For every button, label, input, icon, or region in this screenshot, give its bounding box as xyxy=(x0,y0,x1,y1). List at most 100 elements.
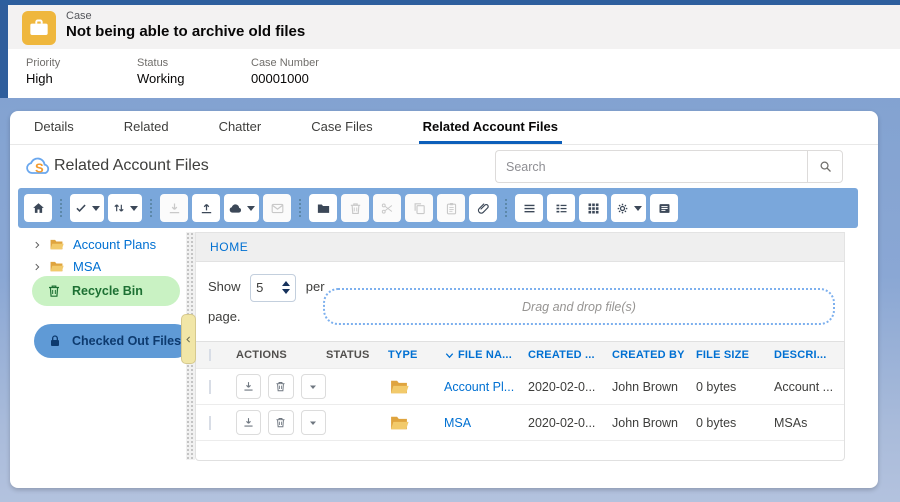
folder-icon xyxy=(388,377,410,397)
chevron-right-icon[interactable] xyxy=(32,262,42,272)
tab-related-account-files[interactable]: Related Account Files xyxy=(419,111,562,144)
chevron-right-icon[interactable] xyxy=(32,240,42,250)
recycle-bin-button[interactable]: Recycle Bin xyxy=(32,276,180,306)
grid-view-button[interactable] xyxy=(579,194,607,222)
card-view-button[interactable] xyxy=(650,194,678,222)
field-status: Status Working xyxy=(137,57,247,98)
list-view-icon xyxy=(522,201,537,216)
row-description: Account ... xyxy=(774,380,844,394)
row-description: MSAs xyxy=(774,416,844,430)
case-highlight-fields: Priority High Status Working Case Number… xyxy=(8,49,900,98)
row-created-by: John Brown xyxy=(612,416,696,430)
lock-icon xyxy=(47,333,63,349)
sort-chevron-down-icon xyxy=(444,350,455,361)
cloud-icon xyxy=(228,201,243,216)
dropzone-text: Drag and drop file(s) xyxy=(522,300,636,314)
table-row: MSA 2020-02-0... John Brown 0 bytes MSAs xyxy=(196,404,844,440)
card-view-icon xyxy=(657,201,672,216)
column-header-created[interactable]: CREATED ... xyxy=(528,349,612,361)
breadcrumb-bar: HOME xyxy=(196,233,844,262)
row-checkbox[interactable] xyxy=(209,380,211,394)
search-input[interactable] xyxy=(495,150,807,183)
files-table: ACTIONS STATUS TYPE FILE NA... CREATED .… xyxy=(195,341,845,461)
folder-label[interactable]: Account Plans xyxy=(73,237,156,252)
home-button[interactable] xyxy=(24,194,52,222)
select-all-button[interactable] xyxy=(70,194,104,222)
stepper-arrows[interactable] xyxy=(282,281,290,294)
file-name-link[interactable]: Account Pl... xyxy=(444,380,514,394)
caret-down-icon xyxy=(307,417,319,429)
file-browser-content: HOME Show 5 per page. Drag and drop file… xyxy=(195,232,845,460)
table-empty-strip xyxy=(196,440,844,460)
row-type xyxy=(388,377,444,397)
tab-details[interactable]: Details xyxy=(30,111,78,144)
row-delete-button[interactable] xyxy=(268,374,293,399)
sort-button[interactable] xyxy=(108,194,142,222)
list-view-button[interactable] xyxy=(515,194,543,222)
email-icon xyxy=(270,201,285,216)
folder-label[interactable]: MSA xyxy=(73,259,101,274)
column-header-created-by[interactable]: CREATED BY xyxy=(612,349,696,361)
trash-icon xyxy=(274,380,287,393)
copy-button[interactable] xyxy=(405,194,433,222)
file-dropzone[interactable]: Drag and drop file(s) xyxy=(323,288,835,325)
page-size-stepper[interactable]: 5 xyxy=(250,274,296,302)
paste-button[interactable] xyxy=(437,194,465,222)
tab-case-files[interactable]: Case Files xyxy=(307,111,376,144)
upload-button[interactable] xyxy=(192,194,220,222)
select-check-icon xyxy=(74,201,88,215)
caret-down-icon xyxy=(92,206,100,211)
sidebar-collapse-button[interactable] xyxy=(181,314,196,364)
email-button[interactable] xyxy=(263,194,291,222)
field-case-number: Case Number 00001000 xyxy=(251,57,319,98)
cloud-upload-button[interactable] xyxy=(224,194,259,222)
grid-view-icon xyxy=(586,201,601,216)
row-menu-button[interactable] xyxy=(301,374,326,399)
sidebar-folder-account-plans[interactable]: Account Plans xyxy=(32,235,186,254)
row-type xyxy=(388,413,444,433)
toolbar-separator xyxy=(505,199,507,217)
sidebar-folder-msa[interactable]: MSA xyxy=(32,257,186,276)
new-folder-button[interactable] xyxy=(309,194,337,222)
column-header-file-size[interactable]: FILE SIZE xyxy=(696,349,774,361)
page-size-value[interactable]: 5 xyxy=(256,273,282,303)
row-menu-button[interactable] xyxy=(301,410,326,435)
row-checkbox[interactable] xyxy=(209,416,211,430)
select-all-checkbox[interactable] xyxy=(209,349,211,361)
trash-icon xyxy=(46,283,62,299)
delete-button[interactable] xyxy=(341,194,369,222)
caret-down-icon xyxy=(130,206,138,211)
column-header-type[interactable]: TYPE xyxy=(388,349,444,361)
column-header-file-name[interactable]: FILE NA... xyxy=(444,349,528,361)
row-delete-button[interactable] xyxy=(268,410,293,435)
breadcrumb-home[interactable]: HOME xyxy=(210,240,248,254)
attach-icon xyxy=(476,201,491,216)
row-download-button[interactable] xyxy=(236,374,261,399)
download-button[interactable] xyxy=(160,194,188,222)
home-icon xyxy=(31,201,46,216)
tab-related[interactable]: Related xyxy=(120,111,173,144)
settings-button[interactable] xyxy=(611,194,646,222)
upload-icon xyxy=(199,201,214,216)
search-icon xyxy=(818,159,833,174)
checked-out-files-label: Checked Out Files xyxy=(72,334,181,348)
search-button[interactable] xyxy=(807,150,843,183)
detail-view-button[interactable] xyxy=(547,194,575,222)
checked-out-files-button[interactable]: Checked Out Files xyxy=(34,324,192,358)
page-size-control: Show 5 per page. xyxy=(208,272,326,332)
file-name-link[interactable]: MSA xyxy=(444,416,471,430)
toolbar-separator xyxy=(60,199,62,217)
stepper-up-icon[interactable] xyxy=(282,281,290,286)
cut-button[interactable] xyxy=(373,194,401,222)
download-icon xyxy=(167,201,182,216)
column-header-description[interactable]: DESCRI... xyxy=(774,349,844,361)
attach-button[interactable] xyxy=(469,194,497,222)
row-created: 2020-02-0... xyxy=(528,416,612,430)
main-card: Details Related Chatter Case Files Relat… xyxy=(10,111,878,488)
stepper-down-icon[interactable] xyxy=(282,289,290,294)
tab-chatter[interactable]: Chatter xyxy=(215,111,266,144)
copy-icon xyxy=(412,201,427,216)
table-header-row: ACTIONS STATUS TYPE FILE NA... CREATED .… xyxy=(196,342,844,368)
row-file-size: 0 bytes xyxy=(696,416,774,430)
row-download-button[interactable] xyxy=(236,410,261,435)
